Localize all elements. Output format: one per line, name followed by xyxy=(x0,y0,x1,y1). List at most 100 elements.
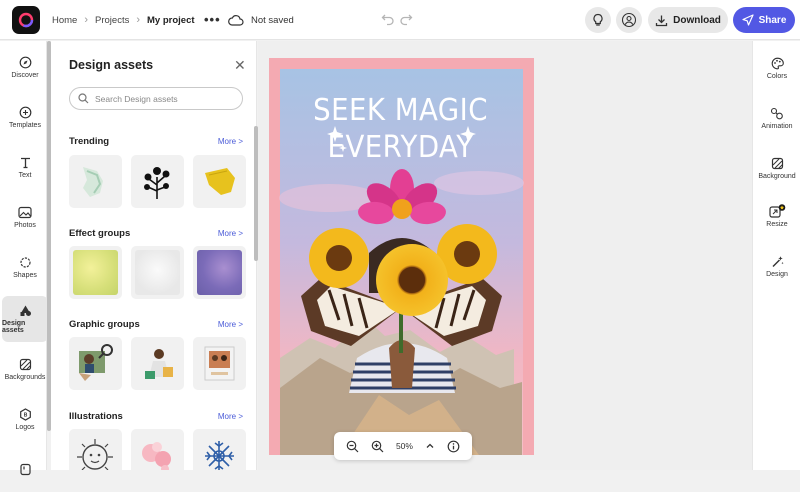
breadcrumb-projects[interactable]: Projects xyxy=(95,15,129,26)
asset-thumbnail[interactable] xyxy=(193,246,246,299)
asset-thumbnail[interactable] xyxy=(193,155,246,208)
svg-text:B: B xyxy=(23,412,27,418)
asset-thumbnail[interactable] xyxy=(131,155,184,208)
templates-icon xyxy=(19,106,31,118)
background-icon xyxy=(771,157,783,169)
nav-item-text[interactable]: Text xyxy=(2,144,48,190)
info-icon[interactable] xyxy=(447,440,460,453)
asset-thumbnail[interactable] xyxy=(131,429,184,470)
search-icon xyxy=(78,93,89,104)
right-nav-label: Colors xyxy=(766,72,788,80)
nav-item-logos[interactable]: B Logos xyxy=(2,396,48,442)
nav-item-discover[interactable]: Discover xyxy=(2,44,48,90)
chevron-up-icon[interactable] xyxy=(425,441,435,451)
save-status: Not saved xyxy=(251,15,294,26)
design-assets-panel: Design assets ✕ Trending More > Effect g… xyxy=(51,41,257,470)
magic-wand-icon xyxy=(772,255,784,267)
asset-thumbnail[interactable] xyxy=(193,429,246,470)
top-bar: Home › Projects › My project ••• Not sav… xyxy=(0,0,800,40)
right-nav-label: Background xyxy=(758,172,796,180)
share-button[interactable]: Share xyxy=(733,7,795,33)
section-illustrations-header: Illustrations More > xyxy=(69,411,243,422)
nav-label: Photos xyxy=(14,221,36,229)
backgrounds-icon xyxy=(19,358,31,370)
invite-button[interactable] xyxy=(616,7,642,33)
asset-thumbnail[interactable] xyxy=(69,246,122,299)
section-graphic-groups-header: Graphic groups More > xyxy=(69,319,243,330)
more-options-icon[interactable]: ••• xyxy=(204,12,221,27)
asset-thumbnail[interactable] xyxy=(131,337,184,390)
resize-icon xyxy=(769,204,786,218)
more-link[interactable]: More > xyxy=(218,229,243,238)
animation-icon xyxy=(770,107,783,119)
download-button[interactable]: Download xyxy=(648,7,728,33)
trending-row xyxy=(69,155,246,208)
zoom-in-icon[interactable] xyxy=(371,440,384,453)
effect-groups-row xyxy=(69,246,246,299)
right-nav-label: Resize xyxy=(766,221,788,228)
zoom-out-icon[interactable] xyxy=(346,440,359,453)
redo-icon[interactable] xyxy=(399,12,413,31)
asset-thumbnail[interactable] xyxy=(69,337,122,390)
app-logo-icon[interactable] xyxy=(12,6,40,34)
asset-thumbnail[interactable] xyxy=(69,155,122,208)
design-assets-icon xyxy=(20,305,31,316)
graphic-groups-row xyxy=(69,337,246,390)
more-link[interactable]: More > xyxy=(218,137,243,146)
lightbulb-button[interactable] xyxy=(585,7,611,33)
right-item-animation[interactable]: Animation xyxy=(753,95,800,141)
right-item-design[interactable]: Design xyxy=(753,243,800,289)
asset-thumbnail[interactable] xyxy=(69,429,122,470)
nav-item-templates[interactable]: Templates xyxy=(2,94,48,140)
send-icon xyxy=(741,14,754,26)
breadcrumb: Home › Projects › My project xyxy=(52,0,195,40)
nav-item-more[interactable] xyxy=(2,446,48,492)
nav-label: Design assets xyxy=(2,320,26,334)
illustrations-row xyxy=(69,429,246,470)
asset-thumbnail[interactable] xyxy=(193,337,246,390)
zoom-level[interactable]: 50% xyxy=(396,441,413,451)
nav-item-shapes[interactable]: Shapes xyxy=(2,244,48,290)
right-nav-rail: Colors Animation Background Resize Desig… xyxy=(752,41,800,470)
user-add-icon xyxy=(621,12,637,28)
search-box[interactable] xyxy=(69,87,243,110)
nav-label: Templates xyxy=(9,121,41,129)
download-label: Download xyxy=(673,14,721,26)
nav-label: Logos xyxy=(15,423,35,431)
section-trending-header: Trending More > xyxy=(69,136,243,147)
more-link[interactable]: More > xyxy=(218,320,243,329)
asset-thumbnail[interactable] xyxy=(131,246,184,299)
app-icon xyxy=(19,463,31,475)
right-item-colors[interactable]: Colors xyxy=(753,45,800,91)
headline-line-1[interactable]: SEEK MAGIC xyxy=(313,92,488,127)
right-item-background[interactable]: Background xyxy=(753,145,800,191)
breadcrumb-home[interactable]: Home xyxy=(52,15,77,26)
nav-item-design-assets[interactable]: Design assets xyxy=(2,296,48,342)
headline-line-2[interactable]: EVERYDAY xyxy=(328,129,474,164)
search-input[interactable] xyxy=(95,93,235,104)
section-title: Effect groups xyxy=(69,228,131,239)
nav-label: Backgrounds xyxy=(4,373,46,381)
right-nav-label: Animation xyxy=(761,122,793,130)
nav-item-photos[interactable]: Photos xyxy=(2,194,48,240)
section-title: Trending xyxy=(69,136,110,147)
more-link[interactable]: More > xyxy=(218,412,243,421)
undo-icon[interactable] xyxy=(381,12,395,31)
logo-icon: B xyxy=(19,407,31,421)
right-item-resize[interactable]: Resize xyxy=(753,193,800,239)
cloud-icon xyxy=(228,13,244,31)
compass-icon xyxy=(19,56,31,68)
nav-item-backgrounds[interactable]: Backgrounds xyxy=(2,346,48,392)
section-title: Illustrations xyxy=(69,411,123,422)
chevron-right-icon: › xyxy=(84,14,89,26)
right-nav-label: Design xyxy=(766,270,788,278)
nav-label: Discover xyxy=(11,71,39,79)
download-icon xyxy=(655,15,668,26)
close-icon[interactable]: ✕ xyxy=(234,58,246,72)
design-canvas[interactable]: SEEK MAGIC EVERYDAY xyxy=(269,58,534,455)
nav-label: Text xyxy=(18,171,32,179)
breadcrumb-current[interactable]: My project xyxy=(147,15,195,26)
section-effect-groups-header: Effect groups More > xyxy=(69,228,243,239)
lightbulb-icon xyxy=(593,13,603,26)
shapes-icon xyxy=(19,256,31,268)
